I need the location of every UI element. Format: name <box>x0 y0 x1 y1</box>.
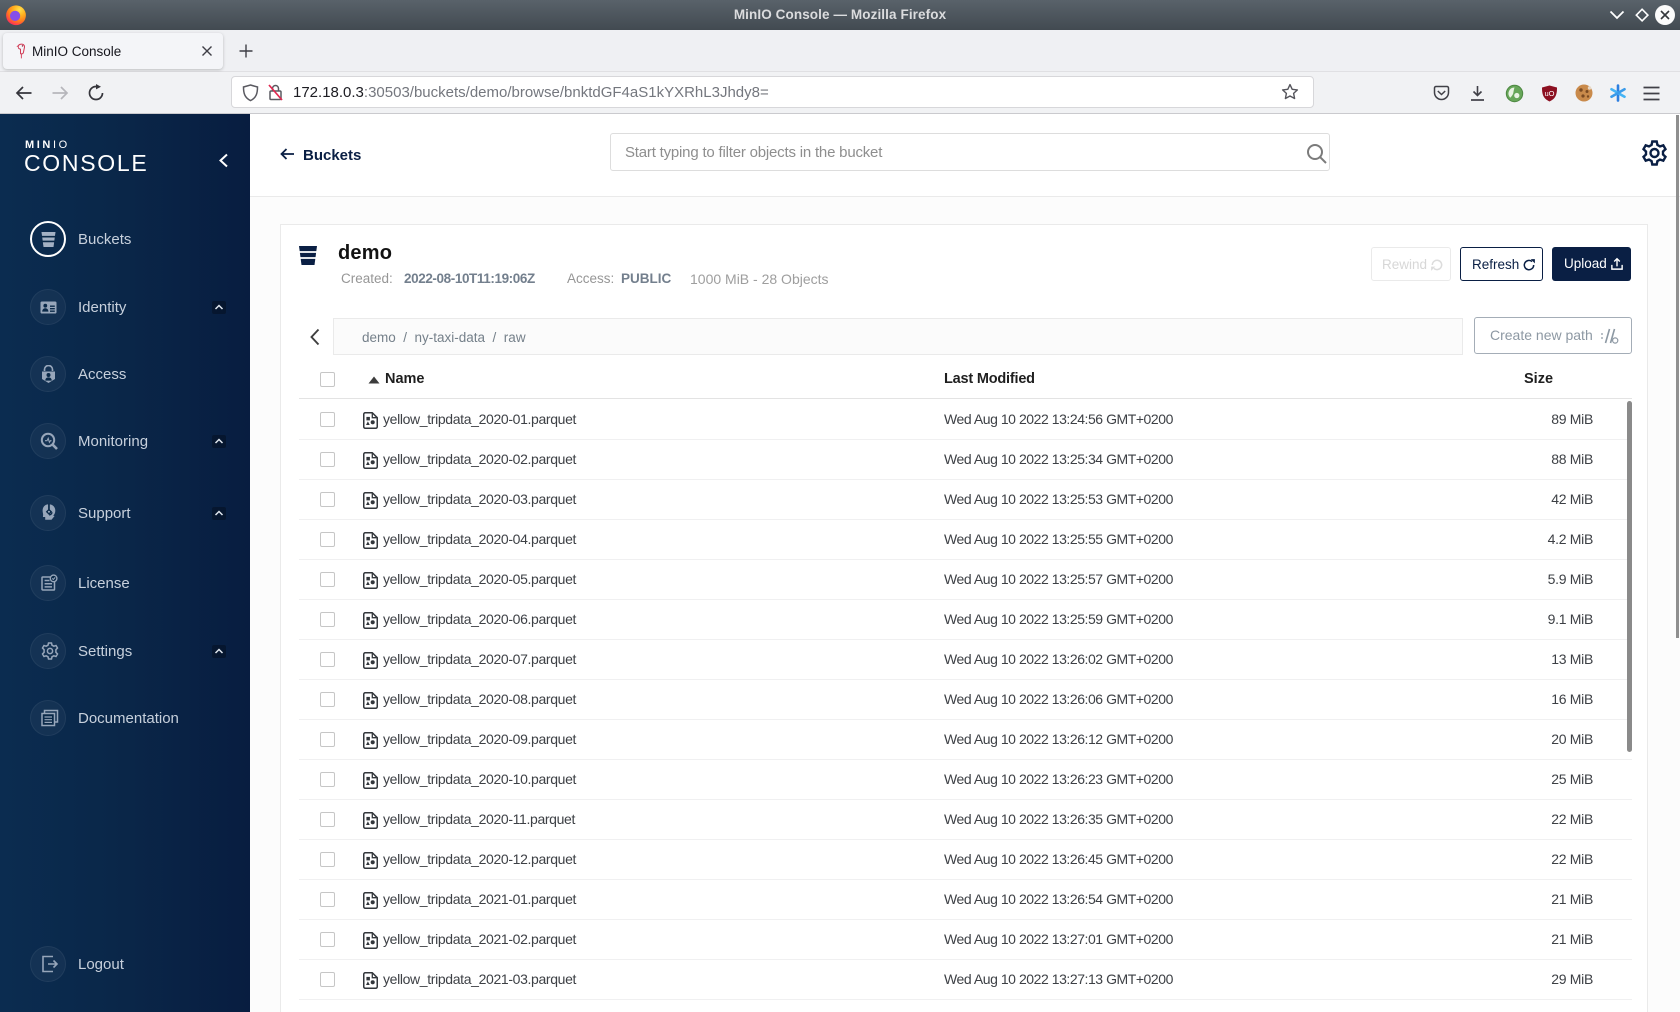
svg-text:uO: uO <box>1544 89 1554 98</box>
